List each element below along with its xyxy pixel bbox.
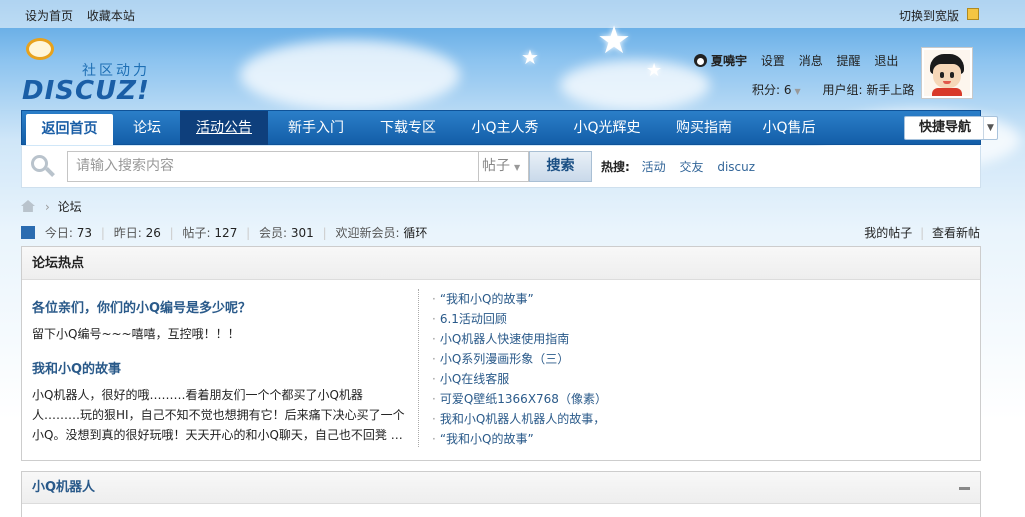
avatar-image bbox=[924, 50, 970, 96]
set-homepage-link[interactable]: 设为首页 bbox=[25, 9, 73, 23]
layout-icon[interactable] bbox=[967, 8, 979, 20]
hot-keyword[interactable]: 交友 bbox=[679, 160, 703, 174]
nav-item-owner-show[interactable]: 小Q主人秀 bbox=[456, 111, 554, 145]
hot-search: 热搜: 活动 交友 discuz bbox=[601, 158, 765, 175]
my-posts-link[interactable]: 我的帖子 bbox=[864, 226, 912, 240]
list-item[interactable]: 可爱Q壁纸1366X768（像素） bbox=[432, 389, 607, 409]
user-info: 积分: 6 ▼ 用户组: 新手上路 bbox=[752, 81, 914, 98]
stat-today-label: 今日: bbox=[44, 226, 73, 240]
hot-keyword[interactable]: discuz bbox=[717, 160, 755, 174]
top-links: 设为首页 收藏本站 bbox=[25, 7, 145, 24]
featured-title[interactable]: 我和小Q的故事 bbox=[32, 358, 410, 377]
logo-bubble-icon bbox=[26, 38, 54, 60]
nav-item-history[interactable]: 小Q光辉史 bbox=[558, 111, 656, 145]
notifications-link[interactable]: 提醒 bbox=[837, 54, 861, 68]
stat-posts-label: 帖子: bbox=[182, 226, 211, 240]
user-bar: 夏嘵宇 设置 消息 提醒 退出 bbox=[694, 52, 908, 69]
hot-search-label: 热搜: bbox=[601, 160, 630, 174]
star-icon: ★ bbox=[521, 45, 539, 69]
messages-link[interactable]: 消息 bbox=[799, 54, 823, 68]
nav-item-downloads[interactable]: 下载专区 bbox=[364, 111, 452, 145]
user-group-link[interactable]: 用户组: 新手上路 bbox=[822, 83, 914, 97]
category-panel: 小Q机器人 bbox=[21, 471, 981, 517]
cloud-decoration bbox=[240, 40, 460, 110]
nav-item-newbie[interactable]: 新手入门 bbox=[272, 111, 360, 145]
chevron-down-icon: ▼ bbox=[983, 117, 997, 139]
search-type-select[interactable]: 帖子 ▼ bbox=[479, 151, 529, 182]
search-button[interactable]: 搜索 bbox=[529, 151, 592, 182]
cloud-decoration bbox=[560, 60, 710, 110]
hot-topic-list: “我和小Q的故事” 6.1活动回顾 小Q机器人快速使用指南 小Q系列漫画形象（三… bbox=[432, 289, 607, 449]
logo-brand: DISCUZ! bbox=[22, 76, 150, 106]
stat-members-label: 会员: bbox=[259, 226, 288, 240]
nav-item-announcements[interactable]: 活动公告 bbox=[180, 111, 268, 145]
collapse-icon[interactable] bbox=[959, 487, 970, 490]
top-bar: 设为首页 收藏本站 切换到宽版 bbox=[0, 0, 1025, 28]
quick-nav-button[interactable]: 快捷导航 ▼ bbox=[904, 116, 998, 140]
username-link[interactable]: 夏嘵宇 bbox=[711, 54, 747, 68]
quick-nav-label: 快捷导航 bbox=[919, 120, 972, 135]
star-icon: ★ bbox=[646, 60, 663, 81]
search-bar: 请输入搜索内容 帖子 ▼ 搜索 热搜: 活动 交友 discuz bbox=[21, 146, 981, 188]
stat-yesterday-label: 昨日: bbox=[113, 226, 142, 240]
list-item[interactable]: “我和小Q的故事” bbox=[432, 289, 607, 309]
list-item[interactable]: 小Q系列漫画形象（三） bbox=[432, 349, 607, 369]
featured-topics: 各位亲们，你们的小Q编号是多少呢？ 留下小Q编号~~~嘻嘻，互控哦！！！ 我和小… bbox=[32, 297, 410, 445]
stat-posts-value: 127 bbox=[214, 226, 238, 240]
list-item[interactable]: 6.1活动回顾 bbox=[432, 309, 607, 329]
list-item[interactable]: 我和小Q机器人机器人的故事， bbox=[432, 409, 607, 429]
search-icon bbox=[31, 155, 55, 177]
list-item[interactable]: “我和小Q的故事” bbox=[432, 429, 607, 449]
switch-wide-label: 切换到宽版 bbox=[898, 9, 959, 23]
stat-members-value: 301 bbox=[290, 226, 314, 240]
search-input[interactable]: 请输入搜索内容 bbox=[67, 151, 479, 182]
settings-link[interactable]: 设置 bbox=[761, 54, 785, 68]
welcome-label: 欢迎新会员: bbox=[335, 226, 400, 240]
avatar[interactable] bbox=[921, 47, 973, 99]
points-link[interactable]: 积分: 6 bbox=[752, 83, 792, 97]
nav-item-forum[interactable]: 论坛 bbox=[118, 111, 176, 145]
forum-stats: 今日: 73 | 昨日: 26 | 帖子: 127 | 会员: 301 | 欢迎… bbox=[21, 224, 427, 241]
nav-item-buy-guide[interactable]: 购买指南 bbox=[660, 111, 748, 145]
featured-desc: 小Q机器人，很好的哦………看着朋友们一个个都买了小Q机器人………玩的狠HI，自己… bbox=[32, 388, 405, 442]
breadcrumb-current[interactable]: 论坛 bbox=[58, 200, 82, 214]
bookmark-link[interactable]: 收藏本站 bbox=[87, 9, 135, 23]
chevron-right-icon: › bbox=[45, 200, 50, 214]
bar-chart-icon bbox=[21, 226, 35, 239]
search-type-label: 帖子 bbox=[482, 158, 510, 174]
home-icon[interactable] bbox=[21, 200, 35, 212]
chevron-down-icon: ▼ bbox=[514, 163, 521, 172]
featured-title[interactable]: 各位亲们，你们的小Q编号是多少呢？ bbox=[32, 297, 410, 316]
new-member-link[interactable]: 循环 bbox=[403, 226, 427, 240]
breadcrumb: › 论坛 bbox=[21, 198, 82, 215]
category-title[interactable]: 小Q机器人 bbox=[32, 480, 95, 495]
panel-title: 论坛热点 bbox=[22, 247, 980, 280]
stat-yesterday-value: 26 bbox=[145, 226, 161, 240]
stats-links: 我的帖子 | 查看新帖 bbox=[864, 226, 980, 240]
qq-penguin-icon bbox=[694, 54, 707, 67]
hot-keyword[interactable]: 活动 bbox=[642, 160, 666, 174]
list-item[interactable]: 小Q在线客服 bbox=[432, 369, 607, 389]
chevron-down-icon[interactable]: ▼ bbox=[795, 87, 801, 96]
switch-wide-link[interactable]: 切换到宽版 bbox=[899, 7, 959, 24]
nav-item-home[interactable]: 返回首页 bbox=[26, 114, 113, 145]
stat-today-value: 73 bbox=[76, 226, 92, 240]
category-header: 小Q机器人 bbox=[22, 472, 980, 504]
main-nav: 返回首页 论坛 活动公告 新手入门 下载专区 小Q主人秀 小Q光辉史 购买指南 … bbox=[21, 110, 998, 145]
site-logo[interactable]: 社区动力 DISCUZ! bbox=[20, 36, 160, 106]
view-new-posts-link[interactable]: 查看新帖 bbox=[932, 226, 980, 240]
list-item[interactable]: 小Q机器人快速使用指南 bbox=[432, 329, 607, 349]
divider bbox=[418, 289, 419, 447]
star-icon: ★ bbox=[597, 18, 632, 62]
featured-desc: 留下小Q编号~~~嘻嘻，互控哦！！！ bbox=[32, 327, 240, 341]
nav-item-after-sales[interactable]: 小Q售后 bbox=[752, 111, 826, 145]
hot-topics-panel: 论坛热点 各位亲们，你们的小Q编号是多少呢？ 留下小Q编号~~~嘻嘻，互控哦！！… bbox=[21, 246, 981, 461]
logout-link[interactable]: 退出 bbox=[874, 54, 898, 68]
